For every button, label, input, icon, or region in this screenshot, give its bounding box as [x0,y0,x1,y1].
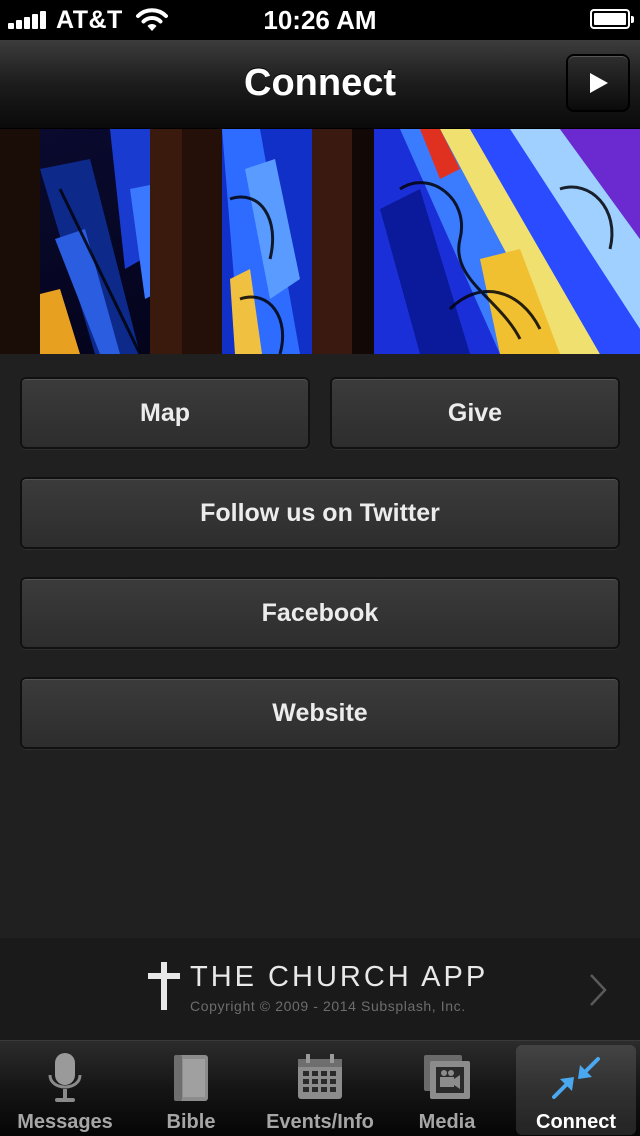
map-button[interactable]: Map [20,377,310,449]
battery-icon [590,9,634,29]
website-button[interactable]: Website [20,677,620,749]
tab-media-label: Media [418,1111,476,1133]
brand-name: THE CHURCH APP [190,961,489,993]
tab-bar: Messages Bible Events/Info Media Connect [0,1040,640,1136]
stained-glass-image [0,129,640,354]
microphone-icon [48,1053,82,1102]
facebook-button[interactable]: Facebook [20,577,620,649]
tab-connect[interactable]: Connect [516,1045,636,1135]
twitter-button[interactable]: Follow us on Twitter [20,477,620,549]
tab-bible[interactable]: Bible [130,1045,252,1135]
hero-banner [0,129,640,354]
screen: AT&T 10:26 AM Connect Map Give Follow us… [0,0,640,1136]
tab-bible-label: Bible [166,1111,216,1133]
copyright-text: Copyright © 2009 - 2014 Subsplash, Inc. [190,998,466,1014]
connect-arrows-icon [552,1057,600,1099]
tab-messages-label: Messages [17,1111,113,1133]
give-button[interactable]: Give [330,377,620,449]
book-icon [174,1055,208,1101]
calendar-icon [298,1054,342,1099]
tab-messages[interactable]: Messages [4,1045,126,1135]
play-button[interactable] [566,54,630,112]
cross-icon [148,962,180,1010]
status-bar: AT&T 10:26 AM [0,0,640,40]
church-app-banner[interactable]: THE CHURCH APP Copyright © 2009 - 2014 S… [0,938,640,1040]
status-time: 10:26 AM [263,5,377,35]
play-icon [590,73,608,93]
tab-media[interactable]: Media [386,1045,508,1135]
tab-connect-label: Connect [536,1111,616,1133]
film-icon [424,1055,470,1099]
page-title: Connect [244,62,396,104]
tab-events-info-label: Events/Info [266,1111,374,1133]
tab-events-info[interactable]: Events/Info [259,1045,381,1135]
chevron-right-icon [590,974,607,1006]
navigation-bar: Connect [0,40,640,129]
